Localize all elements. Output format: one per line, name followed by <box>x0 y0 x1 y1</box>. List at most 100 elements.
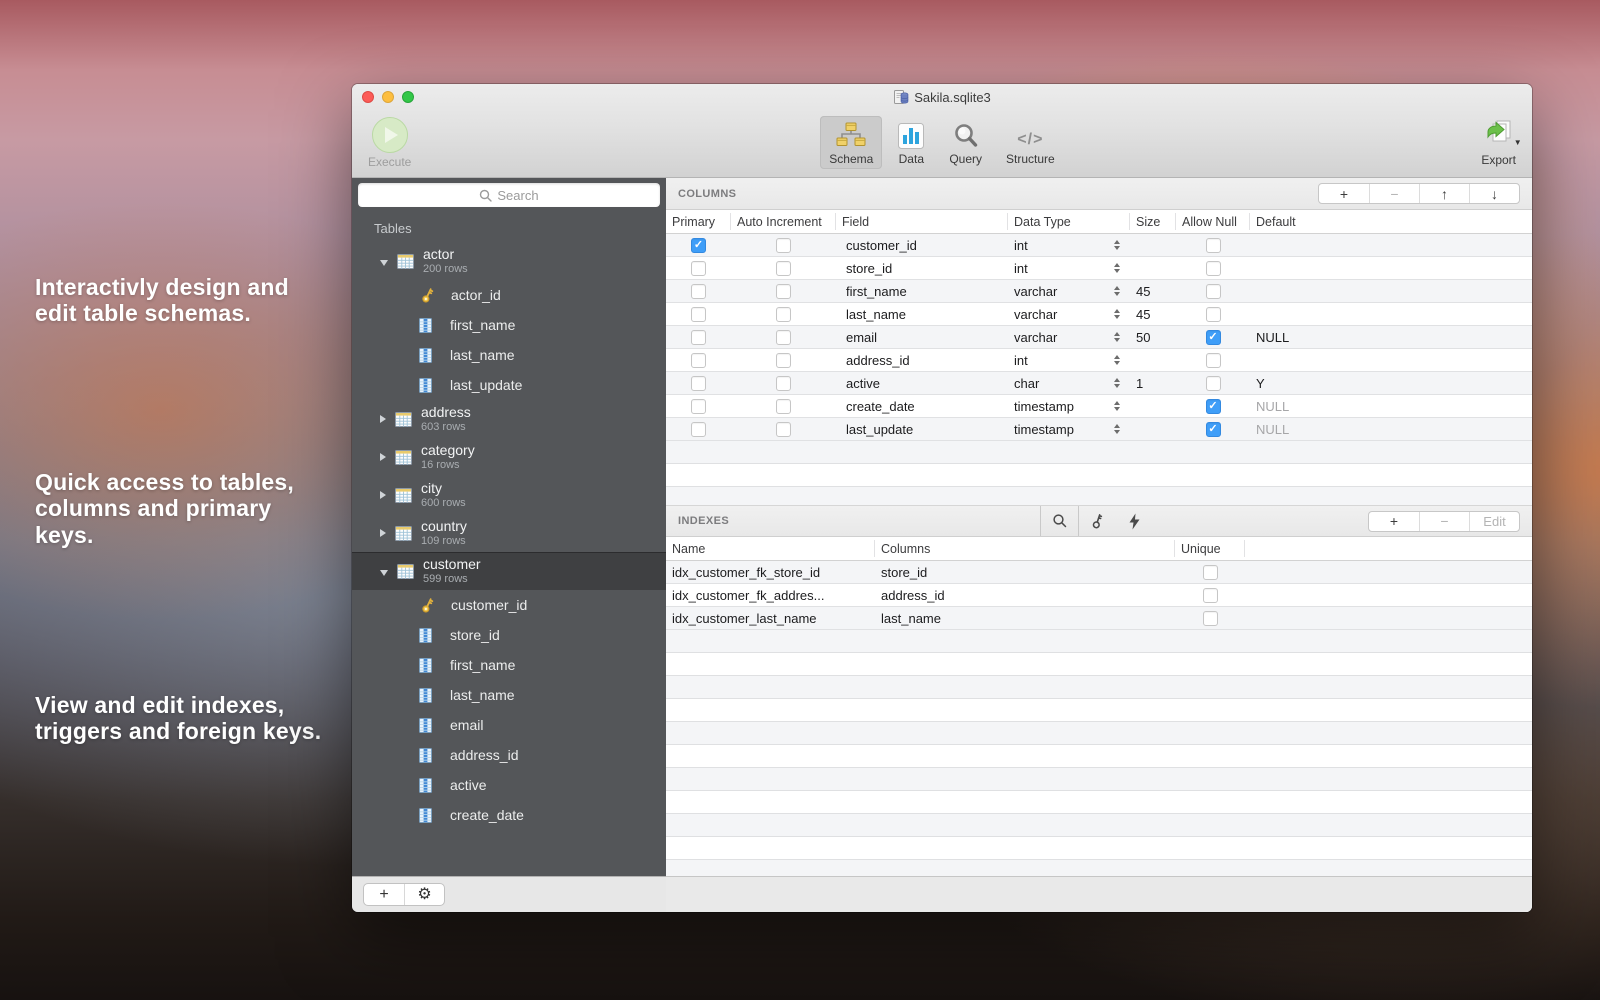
size-cell[interactable] <box>1130 234 1176 256</box>
index-columns-cell[interactable]: last_name <box>875 607 1175 629</box>
sidebar-table-item[interactable]: country 109 rows <box>352 514 666 552</box>
auto-increment-checkbox[interactable] <box>776 284 791 299</box>
primary-checkbox[interactable] <box>691 376 706 391</box>
field-name-cell[interactable]: create_date <box>836 395 1008 417</box>
column-row[interactable]: first_name varchar 45 <box>666 280 1532 303</box>
index-name-cell[interactable]: idx_customer_fk_addres... <box>666 584 875 606</box>
sidebar-table-item[interactable]: category 16 rows <box>352 438 666 476</box>
remove-index-button[interactable]: − <box>1419 512 1469 531</box>
tab-data[interactable]: Data <box>888 116 934 169</box>
field-name-cell[interactable]: email <box>836 326 1008 348</box>
default-cell[interactable] <box>1250 280 1532 302</box>
data-type-stepper[interactable] <box>1114 286 1124 296</box>
sidebar-column-item[interactable]: last_update <box>352 370 666 400</box>
sidebar-column-item[interactable]: last_name <box>352 680 666 710</box>
size-cell[interactable]: 45 <box>1130 280 1176 302</box>
allow-null-checkbox[interactable] <box>1206 307 1221 322</box>
sidebar-column-item[interactable]: create_date <box>352 800 666 830</box>
allow-null-checkbox[interactable] <box>1206 261 1221 276</box>
data-type-stepper[interactable] <box>1114 332 1124 342</box>
data-type-stepper[interactable] <box>1114 378 1124 388</box>
column-row[interactable]: email varchar 50 NULL <box>666 326 1532 349</box>
actions-gear-button[interactable]: ⚙ <box>404 884 444 905</box>
data-type-stepper[interactable] <box>1114 355 1124 365</box>
data-type-stepper[interactable] <box>1114 263 1124 273</box>
index-name-cell[interactable]: idx_customer_fk_store_id <box>666 561 875 583</box>
allow-null-checkbox[interactable] <box>1206 422 1221 437</box>
default-cell[interactable]: Y <box>1250 372 1532 394</box>
header-index-name[interactable]: Name <box>666 540 875 557</box>
titlebar[interactable]: Sakila.sqlite3 <box>352 84 1532 110</box>
add-index-button[interactable]: + <box>1369 512 1419 531</box>
data-type-cell[interactable]: int <box>1008 257 1130 279</box>
allow-null-checkbox[interactable] <box>1206 399 1221 414</box>
allow-null-checkbox[interactable] <box>1206 330 1221 345</box>
export-button[interactable]: ▼ Export <box>1481 117 1516 167</box>
size-cell[interactable] <box>1130 395 1176 417</box>
sidebar-table-item[interactable]: address 603 rows <box>352 400 666 438</box>
primary-checkbox[interactable] <box>691 261 706 276</box>
auto-increment-checkbox[interactable] <box>776 399 791 414</box>
tab-query[interactable]: Query <box>940 116 991 169</box>
size-cell[interactable] <box>1130 257 1176 279</box>
allow-null-checkbox[interactable] <box>1206 353 1221 368</box>
sidebar-column-item[interactable]: actor_id <box>352 280 666 310</box>
size-cell[interactable]: 50 <box>1130 326 1176 348</box>
default-cell[interactable]: NULL <box>1250 418 1532 440</box>
data-type-stepper[interactable] <box>1114 424 1124 434</box>
header-index-unique[interactable]: Unique <box>1175 540 1245 557</box>
data-type-cell[interactable]: timestamp <box>1008 395 1130 417</box>
sidebar-column-item[interactable]: first_name <box>352 310 666 340</box>
header-auto-increment[interactable]: Auto Increment <box>731 213 836 230</box>
primary-checkbox[interactable] <box>691 353 706 368</box>
sidebar-column-item[interactable]: last_name <box>352 340 666 370</box>
column-row[interactable]: store_id int <box>666 257 1532 280</box>
foreign-keys-tool[interactable] <box>1079 506 1116 536</box>
size-cell[interactable]: 45 <box>1130 303 1176 325</box>
disclosure-triangle-icon[interactable] <box>380 260 388 266</box>
allow-null-checkbox[interactable] <box>1206 376 1221 391</box>
sidebar-column-item[interactable]: customer_id <box>352 590 666 620</box>
size-cell[interactable] <box>1130 349 1176 371</box>
sidebar-column-item[interactable]: address_id <box>352 740 666 770</box>
column-row[interactable]: create_date timestamp NULL <box>666 395 1532 418</box>
default-cell[interactable]: NULL <box>1250 395 1532 417</box>
default-cell[interactable] <box>1250 303 1532 325</box>
unique-checkbox[interactable] <box>1203 565 1218 580</box>
sidebar-column-item[interactable]: store_id <box>352 620 666 650</box>
data-type-cell[interactable]: timestamp <box>1008 418 1130 440</box>
auto-increment-checkbox[interactable] <box>776 376 791 391</box>
data-type-cell[interactable]: varchar <box>1008 326 1130 348</box>
unique-checkbox[interactable] <box>1203 611 1218 626</box>
remove-column-button[interactable]: − <box>1369 184 1419 203</box>
primary-checkbox[interactable] <box>691 284 706 299</box>
disclosure-triangle-icon[interactable] <box>380 570 388 576</box>
index-columns-cell[interactable]: store_id <box>875 561 1175 583</box>
field-name-cell[interactable]: customer_id <box>836 234 1008 256</box>
auto-increment-checkbox[interactable] <box>776 261 791 276</box>
sidebar-column-item[interactable]: active <box>352 770 666 800</box>
field-name-cell[interactable]: last_name <box>836 303 1008 325</box>
primary-checkbox[interactable] <box>691 238 706 253</box>
header-default[interactable]: Default <box>1250 213 1532 230</box>
column-row[interactable]: address_id int <box>666 349 1532 372</box>
disclosure-triangle-icon[interactable] <box>380 529 386 537</box>
header-primary[interactable]: Primary <box>666 213 731 230</box>
field-name-cell[interactable]: last_update <box>836 418 1008 440</box>
tab-schema[interactable]: Schema <box>820 116 882 169</box>
primary-checkbox[interactable] <box>691 399 706 414</box>
field-name-cell[interactable]: address_id <box>836 349 1008 371</box>
index-row[interactable]: idx_customer_fk_store_id store_id <box>666 561 1532 584</box>
allow-null-checkbox[interactable] <box>1206 284 1221 299</box>
header-index-columns[interactable]: Columns <box>875 540 1175 557</box>
data-type-cell[interactable]: char <box>1008 372 1130 394</box>
search-input[interactable]: Search <box>358 183 660 207</box>
field-name-cell[interactable]: store_id <box>836 257 1008 279</box>
default-cell[interactable] <box>1250 257 1532 279</box>
index-columns-cell[interactable]: address_id <box>875 584 1175 606</box>
primary-checkbox[interactable] <box>691 422 706 437</box>
sidebar-column-item[interactable]: email <box>352 710 666 740</box>
index-row[interactable]: idx_customer_fk_addres... address_id <box>666 584 1532 607</box>
default-cell[interactable] <box>1250 234 1532 256</box>
sidebar-column-item[interactable]: first_name <box>352 650 666 680</box>
